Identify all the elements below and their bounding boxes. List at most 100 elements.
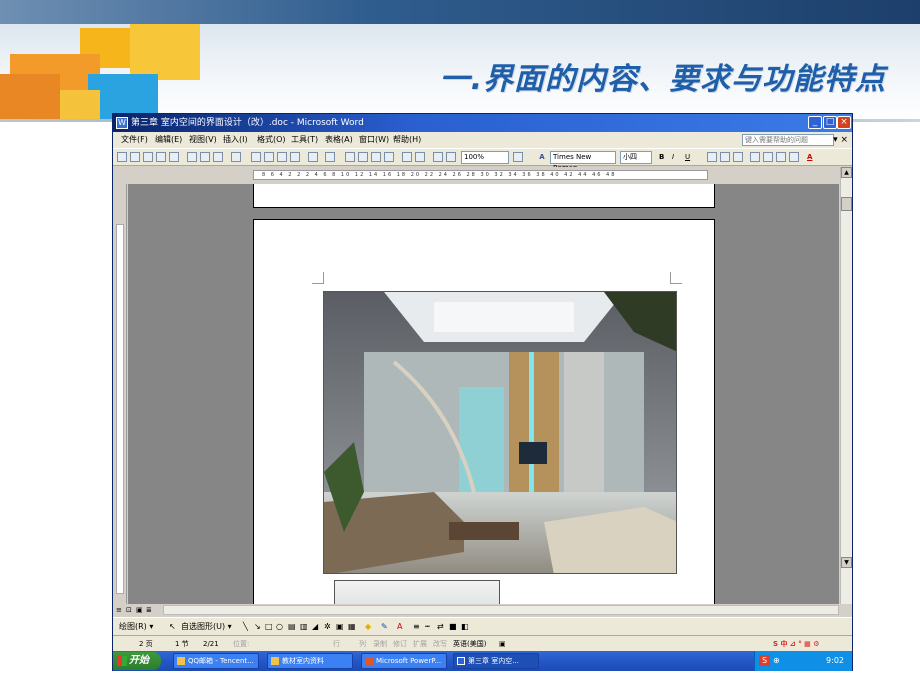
shadow-icon[interactable]: ■ xyxy=(449,618,457,636)
document-area[interactable] xyxy=(128,184,839,604)
line-style-icon[interactable]: ≡ xyxy=(413,618,420,636)
close-button[interactable]: × xyxy=(837,116,851,129)
tray-icons[interactable]: ⊕ xyxy=(773,651,780,671)
horizontal-ruler[interactable]: 8 6 4 2 2 2 4 6 8 10 12 14 16 18 20 22 2… xyxy=(113,167,852,183)
draw-menu[interactable]: 绘图(R) ▾ xyxy=(119,618,153,636)
line-icon[interactable]: ╲ xyxy=(243,618,248,636)
spelling-icon[interactable] xyxy=(231,152,241,162)
cut-icon[interactable] xyxy=(251,152,261,162)
menu-file[interactable]: 文件(F) xyxy=(121,132,148,148)
window-titlebar[interactable]: W 第三章 室内空间的界面设计（改）.doc - Microsoft Word … xyxy=(113,114,852,132)
show-hide-icon[interactable] xyxy=(446,152,456,162)
3d-icon[interactable]: ◧ xyxy=(461,618,469,636)
print-icon[interactable] xyxy=(187,152,197,162)
scroll-up-button[interactable]: ▲ xyxy=(841,167,852,178)
menu-help[interactable]: 帮助(H) xyxy=(393,132,421,148)
status-ovr[interactable]: 改写 xyxy=(433,636,447,652)
vertical-scrollbar[interactable]: ▲ ▼ xyxy=(840,167,852,604)
status-trk[interactable]: 修订 xyxy=(393,636,407,652)
decrease-indent-icon[interactable] xyxy=(776,152,786,162)
menu-edit[interactable]: 编辑(E) xyxy=(155,132,182,148)
new-document-icon[interactable] xyxy=(117,152,127,162)
outline-view-icon[interactable]: ≣ xyxy=(146,604,152,616)
menu-view[interactable]: 视图(V) xyxy=(189,132,217,148)
oval-icon[interactable]: ○ xyxy=(276,618,283,636)
ime-status-icon[interactable]: S 中 ⊿ ° ▦ ⚙ xyxy=(773,636,819,652)
dash-style-icon[interactable]: ┅ xyxy=(425,618,430,636)
vertical-textbox-icon[interactable]: ▥ xyxy=(300,618,308,636)
drawing-icon[interactable] xyxy=(415,152,425,162)
excel-icon[interactable] xyxy=(384,152,394,162)
sogou-icon[interactable]: S xyxy=(759,655,770,666)
styles-icon[interactable]: A xyxy=(535,151,549,163)
insert-table-icon[interactable] xyxy=(371,152,381,162)
copy-icon[interactable] xyxy=(264,152,274,162)
taskbar-item-qqmail[interactable]: QQ邮箱 - Tencent... xyxy=(173,653,259,669)
columns-icon[interactable] xyxy=(402,152,412,162)
taskbar-item-powerpoint[interactable]: Microsoft PowerP... xyxy=(361,653,447,669)
zoom-select[interactable]: 100% xyxy=(461,151,509,164)
select-objects-icon[interactable]: ↖ xyxy=(169,618,176,636)
scroll-thumb[interactable] xyxy=(841,197,852,211)
font-select[interactable]: Times New Roman xyxy=(550,151,616,172)
maximize-button[interactable]: □ xyxy=(823,116,837,129)
menu-insert[interactable]: 插入(I) xyxy=(223,132,248,148)
arrow-style-icon[interactable]: ⇄ xyxy=(437,618,444,636)
paste-icon[interactable] xyxy=(277,152,287,162)
fill-color-icon[interactable]: ◆ xyxy=(365,618,371,636)
font-size-select[interactable]: 小四 xyxy=(620,151,652,164)
research-icon[interactable] xyxy=(213,152,223,162)
help-search-input[interactable]: 键入需要帮助的问题 xyxy=(742,134,834,146)
rectangle-icon[interactable]: □ xyxy=(265,618,273,636)
minimize-button[interactable]: _ xyxy=(808,116,822,129)
italic-button[interactable]: I xyxy=(672,151,674,163)
bold-button[interactable]: B xyxy=(659,151,664,163)
tables-borders-icon[interactable] xyxy=(358,152,368,162)
underline-button[interactable]: U xyxy=(685,151,690,163)
email-icon[interactable] xyxy=(169,152,179,162)
print-preview-icon[interactable] xyxy=(200,152,210,162)
menu-table[interactable]: 表格(A) xyxy=(325,132,353,148)
hyperlink-icon[interactable] xyxy=(345,152,355,162)
start-button[interactable]: 开始 xyxy=(113,652,161,670)
textbox-icon[interactable]: ▤ xyxy=(288,618,296,636)
normal-view-icon[interactable]: ≡ xyxy=(116,604,122,616)
vertical-ruler[interactable] xyxy=(113,184,127,604)
align-left-icon[interactable] xyxy=(707,152,717,162)
print-view-icon[interactable]: ▣ xyxy=(136,604,143,616)
wordart-icon[interactable]: ◢ xyxy=(312,618,318,636)
align-right-icon[interactable] xyxy=(733,152,743,162)
document-map-icon[interactable] xyxy=(433,152,443,162)
status-ext[interactable]: 扩展 xyxy=(413,636,427,652)
scroll-down-button[interactable]: ▼ xyxy=(841,557,852,568)
numbering-icon[interactable] xyxy=(750,152,760,162)
interior-photo-2[interactable] xyxy=(334,580,500,604)
open-icon[interactable] xyxy=(130,152,140,162)
menu-format[interactable]: 格式(O) xyxy=(257,132,286,148)
taskbar-item-word[interactable]: 第三章 室内空... xyxy=(453,653,539,669)
document-close-button[interactable]: ▾ × xyxy=(833,132,848,148)
status-rec[interactable]: 录制 xyxy=(373,636,387,652)
undo-icon[interactable] xyxy=(308,152,318,162)
diagram-icon[interactable]: ✲ xyxy=(324,618,331,636)
horizontal-scrollbar[interactable] xyxy=(163,605,839,615)
arrow-icon[interactable]: ↘ xyxy=(254,618,261,636)
taskbar-item-folder[interactable]: 教材室内资料 xyxy=(267,653,353,669)
menu-tools[interactable]: 工具(T) xyxy=(291,132,318,148)
line-color-icon[interactable]: ✎ xyxy=(381,618,388,636)
font-color-button[interactable]: A xyxy=(807,151,812,163)
picture-icon[interactable]: ▦ xyxy=(348,618,356,636)
web-view-icon[interactable]: ⊡ xyxy=(126,604,132,616)
bullets-icon[interactable] xyxy=(763,152,773,162)
increase-indent-icon[interactable] xyxy=(789,152,799,162)
menu-window[interactable]: 窗口(W) xyxy=(359,132,389,148)
align-center-icon[interactable] xyxy=(720,152,730,162)
autoshapes-menu[interactable]: 自选图形(U) ▾ xyxy=(181,618,232,636)
permission-icon[interactable] xyxy=(156,152,166,162)
interior-photo[interactable] xyxy=(323,291,677,574)
format-painter-icon[interactable] xyxy=(290,152,300,162)
save-icon[interactable] xyxy=(143,152,153,162)
redo-icon[interactable] xyxy=(325,152,335,162)
font-color-draw-icon[interactable]: A xyxy=(397,618,402,636)
clipart-icon[interactable]: ▣ xyxy=(336,618,344,636)
